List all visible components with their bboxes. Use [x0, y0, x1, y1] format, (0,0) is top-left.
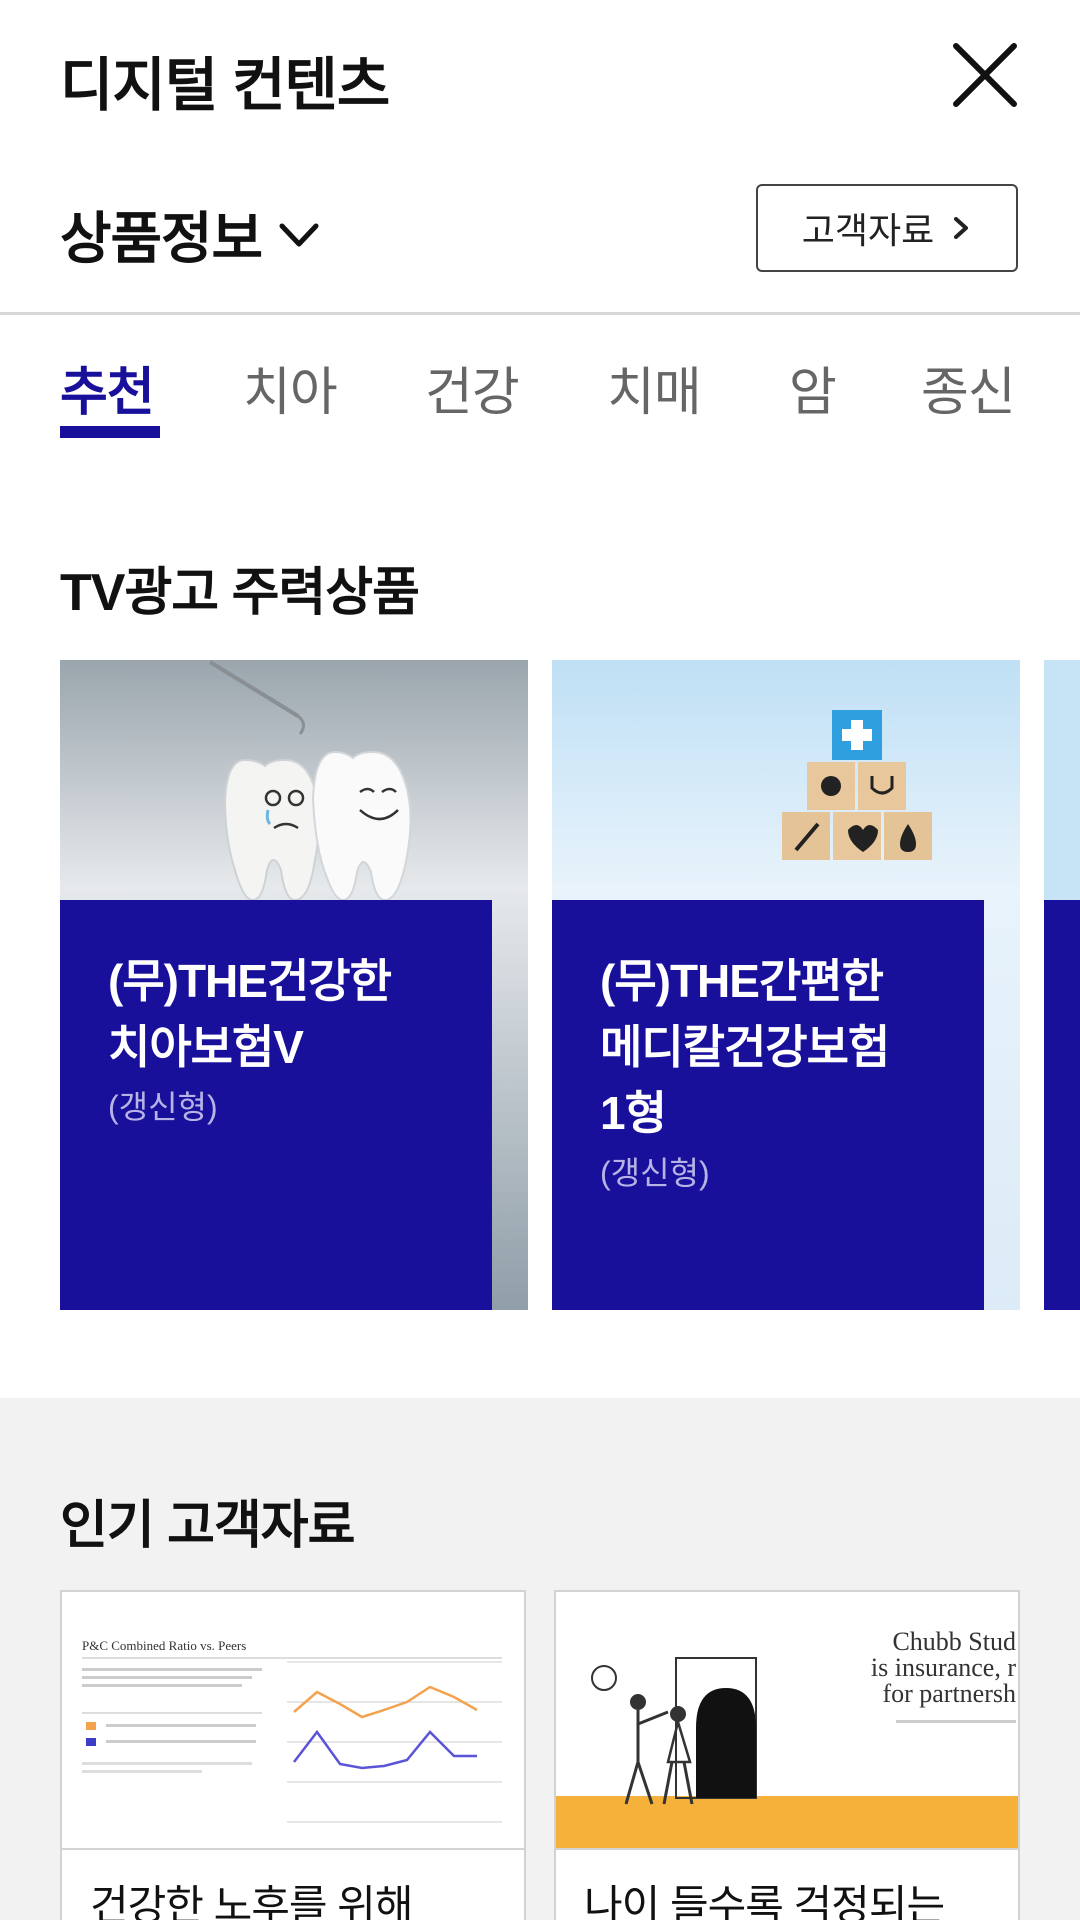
- header: 디지털 컨텐츠: [0, 0, 1080, 150]
- doc-title: 나이 들수록 걱정되는: [584, 1882, 945, 1920]
- doc-title: 건강한 노후를 위해: [90, 1882, 413, 1920]
- product-card-panel: [1044, 900, 1080, 1310]
- customer-materials-button-label: 고객자료: [801, 210, 935, 251]
- tv-section-title: TV광고 주력상품: [60, 564, 420, 622]
- tab-dementia[interactable]: 치매: [607, 350, 702, 425]
- popular-section: 인기 고객자료 P&C Combined Ratio vs. Peers 건강한…: [0, 1398, 1080, 1920]
- product-card[interactable]: [1044, 660, 1080, 1310]
- product-card-title: (무)THE건강한 치아보험V: [108, 955, 392, 1073]
- product-card-panel: (무)THE간편한 메디칼건강보험 1형 (갱신형): [552, 900, 984, 1310]
- tv-product-carousel[interactable]: (무)THE건강한 치아보험V (갱신형) (무)THE간편한 메디칼건강보험 …: [60, 660, 1080, 1310]
- chevron-right-icon: [954, 217, 969, 239]
- close-button[interactable]: [950, 40, 1020, 110]
- chart-thumbnail-image: P&C Combined Ratio vs. Peers: [62, 1592, 524, 1848]
- tab-dental[interactable]: 치아: [243, 350, 338, 425]
- product-card-subtitle: (갱신형): [600, 1155, 710, 1191]
- insurance-illustration-image: Chubb Stud is insurance, r for partnersh: [556, 1592, 1018, 1848]
- tab-health[interactable]: 건강: [425, 350, 520, 425]
- tab-whole-life[interactable]: 종신: [921, 350, 1016, 425]
- tab-cancer[interactable]: 암: [789, 350, 837, 425]
- section-dropdown-label: 상품정보: [60, 207, 263, 270]
- divider: [0, 312, 1080, 315]
- product-card-title: (무)THE간편한 메디칼건강보험 1형: [600, 955, 890, 1139]
- product-card-panel: (무)THE건강한 치아보험V (갱신형): [60, 900, 492, 1310]
- product-card-subtitle: (갱신형): [108, 1089, 218, 1125]
- customer-materials-button[interactable]: 고객자료: [756, 184, 1018, 272]
- tab-recommended[interactable]: 추천: [60, 350, 155, 425]
- page-title: 디지털 컨텐츠: [60, 53, 390, 118]
- section-bar: 상품정보 고객자료: [0, 180, 1080, 275]
- section-dropdown[interactable]: 상품정보: [60, 194, 322, 275]
- doc-card[interactable]: Chubb Stud is insurance, r for partnersh: [554, 1590, 1020, 1920]
- chevron-down-icon: [279, 223, 319, 246]
- close-icon: [953, 43, 1017, 107]
- popular-section-title: 인기 고객자료: [60, 1497, 355, 1555]
- active-tab-indicator: [60, 426, 160, 438]
- popular-docs-carousel[interactable]: P&C Combined Ratio vs. Peers 건강한 노후를 위해 …: [60, 1590, 1080, 1920]
- thumb-heading-line-2: is insurance, r: [871, 1653, 1016, 1682]
- product-card[interactable]: (무)THE간편한 메디칼건강보험 1형 (갱신형): [552, 660, 1020, 1310]
- thumb-heading: P&C Combined Ratio vs. Peers: [82, 1638, 246, 1653]
- doc-thumbnail: P&C Combined Ratio vs. Peers: [62, 1592, 524, 1850]
- product-card[interactable]: (무)THE건강한 치아보험V (갱신형): [60, 660, 528, 1310]
- doc-thumbnail: Chubb Stud is insurance, r for partnersh: [556, 1592, 1018, 1850]
- category-tabs: 추천 치아 건강 치매 암 종신: [0, 340, 1080, 440]
- thumb-heading-line-1: Chubb Stud: [892, 1627, 1016, 1656]
- doc-card[interactable]: P&C Combined Ratio vs. Peers 건강한 노후를 위해: [60, 1590, 526, 1920]
- thumb-heading-line-3: for partnersh: [882, 1679, 1016, 1708]
